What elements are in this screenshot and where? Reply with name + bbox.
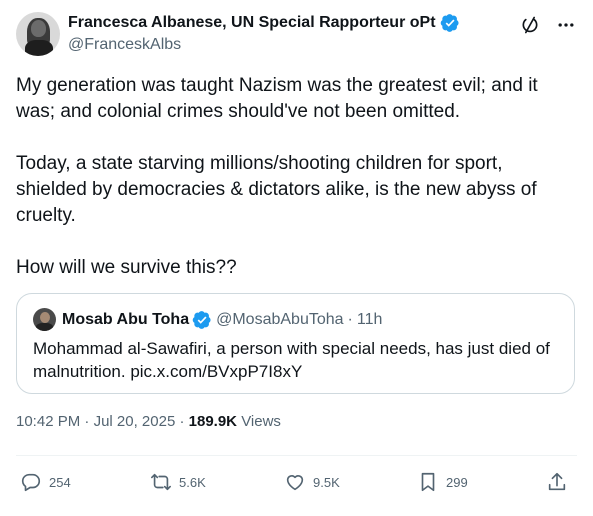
reply-count: 254: [49, 474, 71, 490]
reply-button[interactable]: 254: [20, 468, 71, 496]
like-count: 9.5K: [313, 474, 340, 490]
verified-badge-icon[interactable]: [192, 310, 212, 330]
separator-dot: ·: [84, 413, 90, 430]
post-meta: 10:42 PM · Jul 20, 2025 · 189.9K Views: [16, 413, 281, 430]
author-handle[interactable]: @FranceskAlbs: [68, 36, 460, 54]
author-avatar[interactable]: [16, 12, 60, 56]
divider: [16, 455, 577, 456]
quoted-post[interactable]: Mosab Abu Toha @MosabAbuToha · 11h Moham…: [16, 293, 575, 394]
views-count[interactable]: 189.9K: [189, 413, 237, 430]
repost-icon: [151, 473, 171, 491]
separator-dot: ·: [347, 311, 353, 328]
author-display-name[interactable]: Francesca Albanese, UN Special Rapporteu…: [68, 14, 436, 32]
bookmark-count: 299: [446, 474, 468, 490]
like-button[interactable]: 9.5K: [284, 468, 340, 496]
post-date[interactable]: Jul 20, 2025: [94, 413, 176, 430]
post-text: My generation was taught Nazism was the …: [16, 73, 576, 281]
author-block: Francesca Albanese, UN Special Rapporteu…: [68, 12, 460, 54]
heart-icon: [286, 475, 304, 491]
grok-icon[interactable]: [519, 14, 541, 36]
quoted-author-name[interactable]: Mosab Abu Toha: [62, 311, 189, 329]
action-bar: 254 5.6K 9.5K 299: [16, 468, 572, 496]
share-icon: [548, 472, 566, 491]
post-paragraph: My generation was taught Nazism was the …: [16, 75, 538, 122]
top-actions: [519, 14, 577, 36]
post-paragraph: Today, a state starving millions/shootin…: [16, 153, 537, 226]
views-label: Views: [241, 413, 281, 430]
reply-icon: [21, 473, 41, 492]
quoted-author-handle[interactable]: @MosabAbuToha: [216, 311, 343, 329]
repost-count: 5.6K: [179, 474, 206, 490]
bookmark-icon: [421, 472, 435, 492]
share-button[interactable]: [546, 468, 568, 496]
bookmark-button[interactable]: 299: [417, 468, 468, 496]
quoted-author-avatar[interactable]: [33, 308, 56, 331]
quoted-post-text: Mohammad al-Sawafiri, a person with spec…: [33, 339, 550, 381]
quoted-post-time[interactable]: 11h: [357, 311, 383, 329]
verified-badge-icon[interactable]: [440, 13, 460, 33]
more-icon[interactable]: [555, 14, 577, 36]
quoted-post-header: Mosab Abu Toha @MosabAbuToha · 11h: [62, 309, 382, 331]
post-paragraph: How will we survive this??: [16, 257, 237, 278]
post-time[interactable]: 10:42 PM: [16, 413, 80, 430]
repost-button[interactable]: 5.6K: [150, 468, 206, 496]
tweet: Francesca Albanese, UN Special Rapporteu…: [0, 0, 593, 516]
separator-dot: ·: [179, 413, 185, 430]
